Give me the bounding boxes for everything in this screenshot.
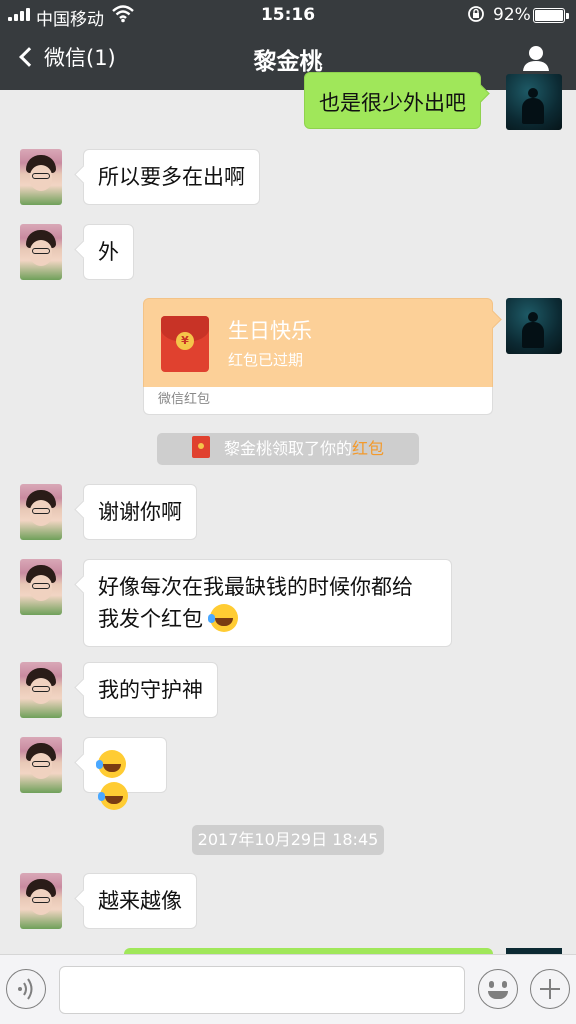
message-text: 外	[98, 240, 119, 264]
laugh-cry-emoji	[207, 604, 238, 632]
message-text: 我的守护神	[98, 678, 203, 702]
top-bar: 中国移动 15:16 92% 微信(1) 黎金桃	[0, 0, 576, 90]
voice-icon[interactable]	[6, 969, 46, 1009]
rotation-lock-icon	[467, 5, 485, 27]
timestamp-text: 2017年10月29日 18:45	[197, 830, 379, 849]
notice-link-red-packet[interactable]: 红包	[352, 439, 384, 458]
message-text: 越来越像	[98, 889, 182, 913]
chat-title: 黎金桃	[253, 49, 323, 75]
laugh-cry-emoji	[98, 782, 128, 810]
red-envelope-icon	[191, 436, 210, 458]
contact-avatar[interactable]	[20, 737, 62, 793]
contact-avatar[interactable]	[20, 149, 62, 205]
red-packet-title: 生日快乐	[228, 319, 312, 343]
contact-message-bubble[interactable]: 外	[83, 224, 134, 280]
message-text: 也是很少外出吧	[319, 91, 466, 115]
contact-message-bubble[interactable]: 越来越像	[83, 873, 197, 929]
my-avatar[interactable]	[506, 74, 562, 130]
red-packet-status: 红包已过期	[228, 351, 304, 369]
my-message-bubble[interactable]: 也是很少外出吧	[304, 72, 481, 129]
clock: 15:16	[260, 5, 316, 25]
contact-avatar[interactable]	[20, 559, 62, 615]
message-input[interactable]	[59, 966, 465, 1014]
red-envelope-icon: ¥	[161, 316, 209, 372]
timestamp-divider: 2017年10月29日 18:45	[192, 825, 384, 855]
input-bar	[0, 954, 576, 1024]
contact-avatar[interactable]	[20, 484, 62, 540]
contact-message-bubble[interactable]: 谢谢你啊	[83, 484, 197, 540]
contact-avatar[interactable]	[20, 662, 62, 718]
contact-message-bubble[interactable]: 我的守护神	[83, 662, 218, 718]
contact-message-bubble[interactable]	[83, 737, 167, 810]
battery-percent: 92%	[493, 5, 531, 25]
message-text: 所以要多在出啊	[98, 165, 245, 189]
red-packet-card[interactable]: ¥ 生日快乐 红包已过期 微信红包	[143, 298, 493, 416]
smiley-icon[interactable]	[478, 969, 518, 1009]
system-notice: 黎金桃领取了你的红包	[157, 433, 419, 465]
contact-avatar[interactable]	[20, 873, 62, 929]
red-packet-footer: 微信红包	[143, 387, 493, 415]
contact-avatar[interactable]	[20, 224, 62, 280]
battery-icon	[533, 8, 569, 23]
contact-message-bubble[interactable]: 好像每次在我最缺钱的时候你都给 我发个红包	[83, 559, 452, 647]
message-text-line: 好像每次在我最缺钱的时候你都给	[98, 575, 413, 599]
message-text: 谢谢你啊	[98, 500, 182, 524]
status-bar: 中国移动 15:16 92%	[0, 0, 576, 30]
notice-text: 黎金桃领取了你的	[223, 439, 352, 458]
laugh-cry-emoji	[96, 750, 126, 778]
person-icon[interactable]	[522, 44, 550, 72]
my-avatar[interactable]	[506, 298, 562, 354]
plus-icon[interactable]	[530, 969, 570, 1009]
message-text-line: 我发个红包	[98, 607, 203, 631]
contact-message-bubble[interactable]: 所以要多在出啊	[83, 149, 260, 205]
